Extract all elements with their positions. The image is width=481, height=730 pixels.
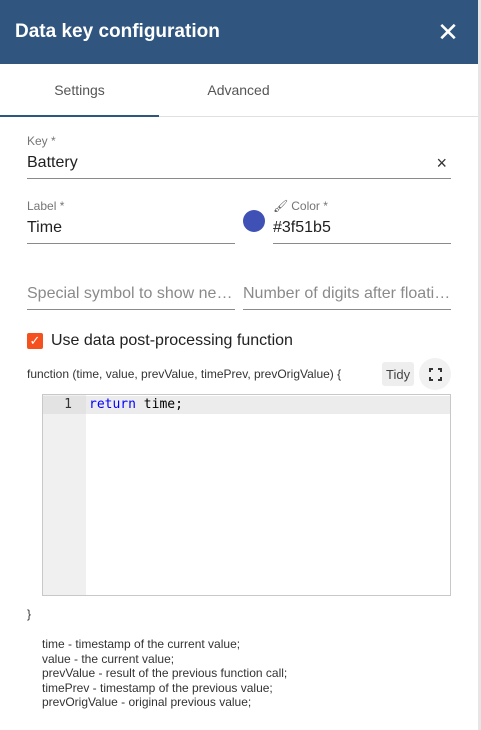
color-label-row: 🖌 Color *: [273, 199, 328, 213]
help-line: value - the current value;: [42, 651, 175, 666]
key-label: Key *: [27, 134, 56, 148]
function-signature: function (time, value, prevValue, timePr…: [27, 367, 342, 381]
code-editor[interactable]: 1 return time;: [42, 394, 451, 596]
help-line: time - timestamp of the current value;: [42, 637, 241, 651]
line-number: 1: [64, 397, 72, 412]
tab-settings[interactable]: Settings: [0, 64, 159, 117]
key-value: Battery: [27, 154, 78, 171]
function-help: time - timestamp of the current value; v…: [42, 637, 287, 710]
units-placeholder: Special symbol to show nex…: [27, 285, 235, 302]
palette-icon: 🖌: [273, 199, 289, 213]
close-icon[interactable]: ✕: [435, 19, 461, 45]
label-value: Time: [27, 219, 62, 236]
dialog-title: Data key configuration: [15, 21, 220, 42]
tidy-button[interactable]: Tidy: [382, 362, 415, 386]
color-swatch[interactable]: [243, 210, 265, 232]
label-field[interactable]: Label * Time: [27, 199, 235, 244]
color-field[interactable]: 🖌 Color * #3f51b5: [273, 199, 451, 244]
closing-brace: }: [27, 607, 32, 621]
dialog-header: Data key configuration ✕: [0, 0, 478, 64]
key-field[interactable]: Key * Battery ×: [27, 134, 451, 179]
decimals-field[interactable]: Number of digits after floati…: [243, 270, 451, 310]
code-keyword: return: [89, 397, 136, 412]
tab-bar: Settings Advanced: [0, 64, 478, 117]
help-line: prevOrigValue - original previous value;: [42, 695, 252, 710]
post-processing-label: Use data post-processing function: [51, 332, 293, 349]
color-label: Color *: [291, 199, 328, 213]
help-line: timePrev - timestamp of the previous val…: [42, 680, 273, 695]
post-processing-toggle[interactable]: ✓ Use data post-processing function: [27, 332, 293, 350]
code-line[interactable]: return time;: [89, 397, 183, 412]
fullscreen-button[interactable]: [419, 358, 451, 390]
clear-key-icon[interactable]: ×: [436, 154, 447, 172]
tab-advanced[interactable]: Advanced: [159, 64, 318, 116]
fullscreen-icon: [428, 367, 442, 381]
units-field[interactable]: Special symbol to show nex…: [27, 270, 235, 310]
editor-gutter: [43, 395, 86, 595]
post-processing-checkbox[interactable]: ✓: [27, 333, 43, 349]
code-rest: time;: [135, 397, 183, 412]
color-value: #3f51b5: [273, 219, 331, 236]
help-line: prevValue - result of the previous funct…: [42, 666, 288, 681]
label-label: Label *: [27, 199, 65, 213]
decimals-placeholder: Number of digits after floati…: [243, 285, 451, 302]
